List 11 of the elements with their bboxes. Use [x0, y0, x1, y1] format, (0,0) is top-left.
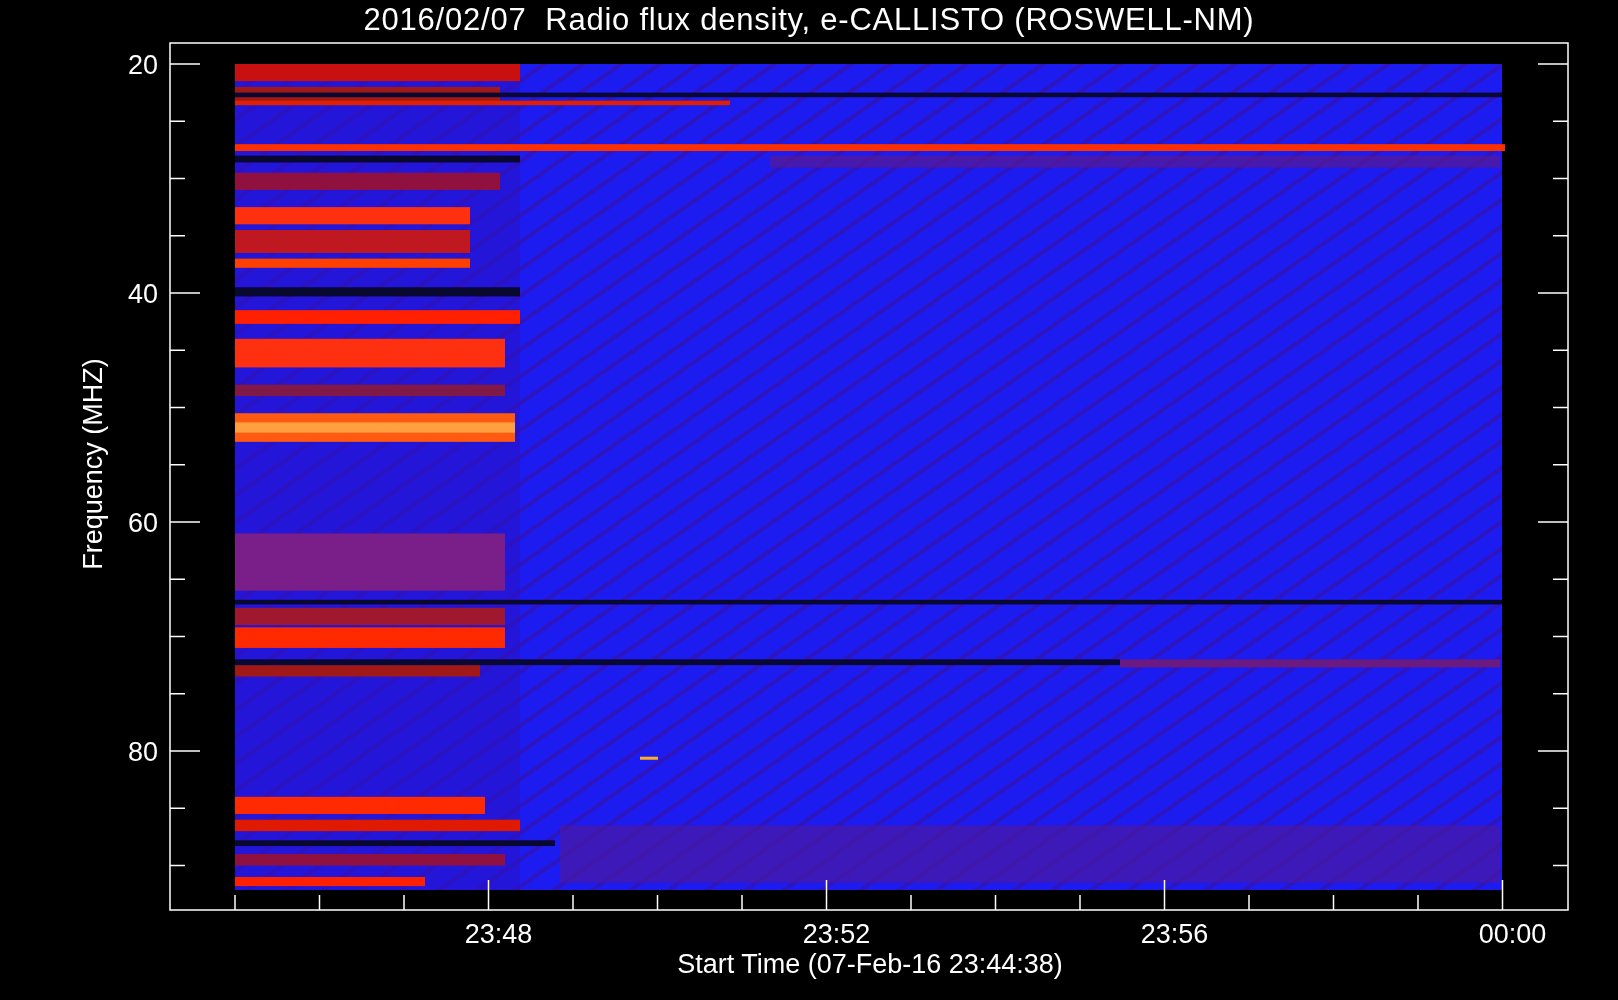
- tick-label: 23:48: [464, 919, 533, 949]
- chart-title: 2016/02/07 Radio flux density, e-CALLISTO (ROSWELL-NM): [363, 1, 1255, 39]
- tick-label: 23:52: [802, 919, 871, 949]
- tick-label: 20: [127, 50, 158, 80]
- axis-title: Start Time (07-Feb-16 23:44:38): [677, 949, 1063, 979]
- axis-title: Frequency (MHZ): [78, 358, 108, 570]
- tick-label: 40: [127, 279, 158, 309]
- tick-label: 00:00: [1478, 919, 1547, 949]
- tick-label: 80: [127, 737, 158, 767]
- tick-label: 23:56: [1140, 919, 1209, 949]
- tick-label: 60: [127, 508, 158, 538]
